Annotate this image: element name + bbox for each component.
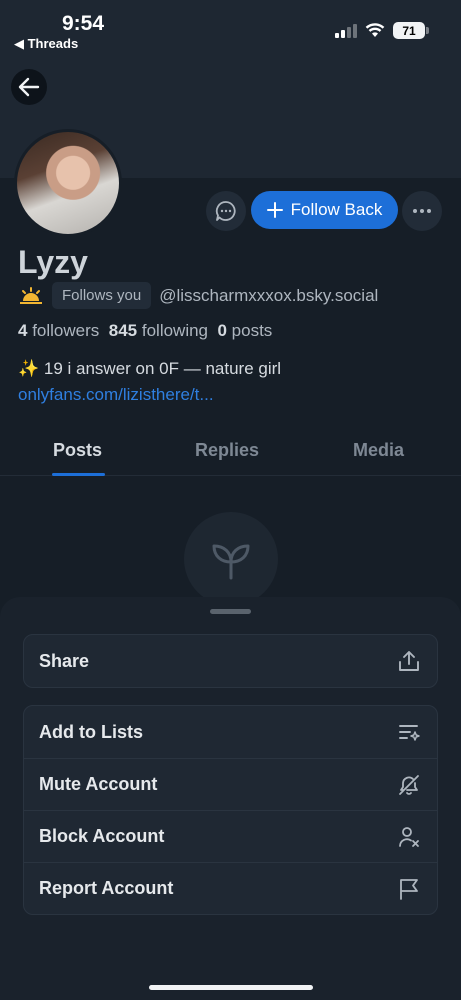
mute-icon: [399, 774, 419, 795]
battery-level: 71: [402, 23, 416, 38]
followers-label: followers: [32, 321, 100, 340]
block-account-item[interactable]: Block Account: [24, 810, 437, 862]
status-indicators: 71: [335, 22, 429, 39]
following-stat[interactable]: 845 following: [109, 321, 208, 340]
display-name: Lyzy: [18, 244, 88, 280]
bio-text: ✨ 19 i answer on 0F — nature girl: [18, 359, 282, 378]
sunrise-icon: [20, 286, 42, 304]
posts-stat: 0 posts: [217, 321, 272, 340]
arrow-left-icon: [18, 77, 40, 97]
handle: @lisscharmxxxox.bsky.social: [159, 285, 379, 305]
profile-meta: Follows you @lisscharmxxxox.bsky.social: [18, 282, 378, 309]
share-icon: [399, 651, 419, 671]
following-count: 845: [108, 321, 138, 340]
empty-state: [184, 512, 278, 606]
account-actions-group: Add to Lists Mute Account Block Account: [23, 705, 438, 915]
bio-link[interactable]: onlyfans.com/lizisthere/t...: [18, 385, 214, 405]
home-indicator[interactable]: [149, 985, 313, 990]
message-button[interactable]: [206, 191, 246, 231]
block-account-label: Block Account: [39, 826, 165, 846]
list-add-icon: [399, 725, 420, 741]
add-to-lists-label: Add to Lists: [39, 721, 143, 742]
add-to-lists-item[interactable]: Add to Lists: [24, 706, 437, 758]
flag-icon: [400, 878, 418, 900]
report-account-item[interactable]: Report Account: [24, 862, 437, 914]
tab-replies[interactable]: Replies: [195, 440, 259, 461]
options-sheet: Share Add to Lists Mute Account Block Ac: [0, 597, 461, 1000]
share-group: Share: [23, 634, 438, 688]
avatar[interactable]: [14, 129, 122, 237]
battery-icon: 71: [393, 22, 429, 39]
chat-bubble-icon: [215, 201, 236, 221]
share-label: Share: [39, 650, 90, 671]
follows-you-badge: Follows you: [52, 282, 152, 309]
signal-icon: [335, 23, 357, 38]
follow-back-button[interactable]: Follow Back: [251, 191, 398, 229]
tab-posts[interactable]: Posts: [53, 440, 102, 461]
following-label: following: [141, 321, 209, 340]
report-account-label: Report Account: [39, 878, 174, 898]
plus-icon: [266, 202, 283, 218]
mute-account-label: Mute Account: [39, 774, 158, 794]
mute-account-item[interactable]: Mute Account: [24, 758, 437, 810]
status-time: 9:54: [62, 12, 105, 35]
followers-count: 4: [18, 321, 28, 340]
profile-counts: 4 followers 845 following 0 posts: [18, 321, 272, 341]
followers-stat[interactable]: 4 followers: [18, 321, 99, 340]
block-user-icon: [399, 826, 419, 847]
back-button[interactable]: [11, 69, 47, 105]
back-to-app-link[interactable]: ◀ Threads: [14, 36, 78, 52]
tab-media[interactable]: Media: [353, 440, 404, 461]
more-options-button[interactable]: [402, 191, 442, 231]
share-item[interactable]: Share: [24, 635, 437, 687]
posts-label: posts: [231, 321, 273, 340]
sheet-grabber[interactable]: [210, 609, 251, 614]
sprout-icon: [212, 544, 250, 580]
profile-tabs: Posts Replies Media: [0, 428, 461, 476]
active-tab-indicator: [52, 473, 105, 476]
wifi-icon: [365, 23, 385, 37]
ellipsis-icon: [413, 209, 431, 213]
posts-count: 0: [217, 321, 227, 340]
follow-back-label: Follow Back: [290, 200, 383, 219]
